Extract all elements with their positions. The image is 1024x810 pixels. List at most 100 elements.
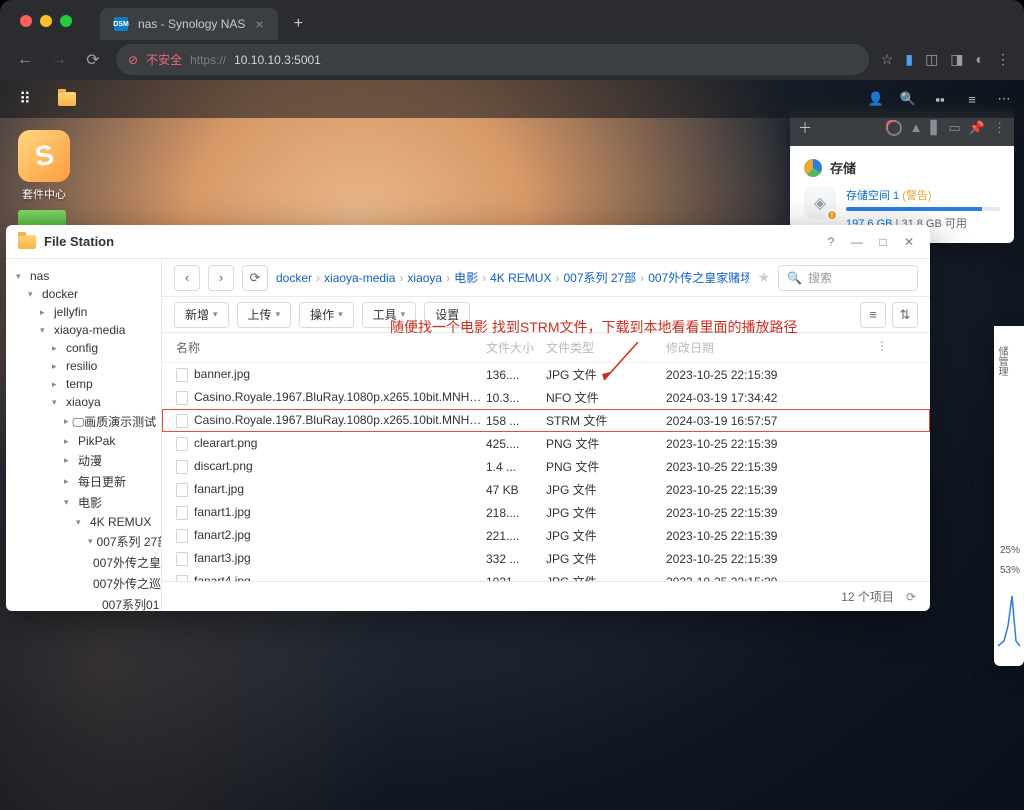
browser-tab-active[interactable]: DSM nas - Synology NAS ×	[100, 8, 278, 40]
col-menu-icon[interactable]: ⋮	[876, 339, 896, 356]
crumb-item[interactable]: 007外传之皇家赌场 1967 WEB-4K	[648, 269, 749, 286]
resource-monitor-icon[interactable]	[886, 120, 902, 136]
tree-node[interactable]: 007外传之皇	[6, 552, 161, 573]
view-list-icon[interactable]: ≡	[860, 302, 886, 328]
options-icon[interactable]: ⋯	[994, 89, 1014, 109]
breadcrumb[interactable]: docker›xiaoya-media›xiaoya›电影›4K REMUX›0…	[276, 269, 749, 286]
tree-node[interactable]: ▸temp	[6, 375, 161, 393]
col-name[interactable]: 名称	[176, 339, 486, 356]
favorite-star-icon[interactable]: ★	[757, 269, 770, 286]
new-tab-button[interactable]: +	[286, 11, 311, 37]
file-station-window: File Station ? — □ ✕ ▾nas▾docker▸jellyfi…	[6, 225, 930, 611]
fs-minimize-icon[interactable]: —	[848, 233, 866, 251]
crumb-back-button[interactable]: ‹	[174, 265, 200, 291]
file-list[interactable]: 名称 文件大小 文件类型 修改日期 ⋮ banner.jpg136....JPG…	[162, 333, 930, 581]
fs-help-icon[interactable]: ?	[822, 233, 840, 251]
file-icon	[176, 552, 188, 566]
bookmark-star-icon[interactable]: ☆	[881, 51, 894, 68]
tree-node[interactable]: ▸PikPak	[6, 432, 161, 450]
tree-node[interactable]: ▾xiaoya-media	[6, 321, 161, 339]
nav-back-icon[interactable]: ←	[14, 51, 36, 69]
col-type[interactable]: 文件类型	[546, 339, 666, 356]
tree-node[interactable]: ▸🖵画质演示测试（4K	[6, 411, 161, 432]
view-sort-icon[interactable]: ⇅	[892, 302, 918, 328]
tree-node[interactable]: ▸动漫	[6, 450, 161, 471]
users-tab-icon[interactable]: ▋	[931, 120, 941, 136]
status-refresh-icon[interactable]: ⟳	[906, 590, 916, 604]
crumb-item[interactable]: docker	[276, 271, 312, 285]
operations-button[interactable]: 操作▾	[299, 302, 354, 328]
fs-tree[interactable]: ▾nas▾docker▸jellyfin▾xiaoya-media▸config…	[6, 259, 162, 611]
minimize-window[interactable]	[40, 15, 52, 27]
widget-add-icon[interactable]: ＋	[798, 118, 812, 138]
tree-node[interactable]: ▾007系列 27部	[6, 531, 161, 552]
col-mod[interactable]: 修改日期	[666, 339, 876, 356]
maximize-window[interactable]	[60, 15, 72, 27]
address-bar[interactable]: ⊘ 不安全 https://10.10.10.3:5001	[116, 44, 869, 75]
file-icon	[176, 460, 188, 474]
crumb-item[interactable]: xiaoya	[407, 271, 442, 285]
file-row[interactable]: clearart.png425....PNG 文件2023-10-25 22:1…	[162, 432, 930, 455]
profile-icon[interactable]: ◐	[976, 51, 984, 68]
widget-menu-icon[interactable]: ⋮	[993, 120, 1006, 136]
new-button[interactable]: 新增▾	[174, 302, 229, 328]
file-row[interactable]: fanart.jpg47 KBJPG 文件2023-10-25 22:15:39	[162, 478, 930, 501]
crumb-forward-button[interactable]: ›	[208, 265, 234, 291]
nav-reload-icon[interactable]: ⟳	[82, 50, 104, 70]
package-center-icon[interactable]: S 套件中心	[18, 130, 70, 202]
sidepanel-icon[interactable]: ◨	[950, 51, 963, 68]
menu-dots-icon[interactable]: ⋮	[996, 51, 1010, 68]
tree-node[interactable]: ▾4K REMUX	[6, 513, 161, 531]
file-list-header[interactable]: 名称 文件大小 文件类型 修改日期 ⋮	[162, 333, 930, 363]
tree-node[interactable]: ▾电影	[6, 492, 161, 513]
close-window[interactable]	[20, 15, 32, 27]
nav-forward-icon[interactable]: →	[48, 51, 70, 69]
file-row[interactable]: fanart3.jpg332 ...JPG 文件2023-10-25 22:15…	[162, 547, 930, 570]
search-input[interactable]: 🔍搜索	[778, 265, 918, 291]
settings-button[interactable]: 设置	[424, 302, 470, 328]
tree-node[interactable]: ▾docker	[6, 285, 161, 303]
tab-close-icon[interactable]: ×	[255, 16, 263, 32]
volume-name-link[interactable]: 存储空间 1	[846, 190, 899, 202]
file-row[interactable]: banner.jpg136....JPG 文件2023-10-25 22:15:…	[162, 363, 930, 386]
file-row[interactable]: Casino.Royale.1967.BluRay.1080p.x265.10b…	[162, 386, 930, 409]
fs-close-icon[interactable]: ✕	[900, 233, 918, 251]
file-row[interactable]: discart.png1.4 ...PNG 文件2023-10-25 22:15…	[162, 455, 930, 478]
tree-node[interactable]: ▸每日更新	[6, 471, 161, 492]
package-center-image: S	[18, 130, 70, 182]
fs-titlebar[interactable]: File Station ? — □ ✕	[6, 225, 930, 259]
tree-node[interactable]: ▸jellyfin	[6, 303, 161, 321]
crumb-refresh-button[interactable]: ⟳	[242, 265, 268, 291]
file-row[interactable]: Casino.Royale.1967.BluRay.1080p.x265.10b…	[162, 409, 930, 432]
notification-icon[interactable]: ≡	[962, 89, 982, 109]
crumb-item[interactable]: xiaoya-media	[324, 271, 395, 285]
search-icon[interactable]: 🔍	[898, 89, 918, 109]
tree-node[interactable]: ▾xiaoya	[6, 393, 161, 411]
side-pct1: 25%	[1000, 545, 1020, 556]
upload-button[interactable]: 上传▾	[237, 302, 292, 328]
tree-node[interactable]: ▾nas	[6, 267, 161, 285]
crumb-item[interactable]: 电影	[454, 269, 478, 286]
pin-icon[interactable]: 📌	[969, 120, 985, 136]
main-menu-icon[interactable]: ⠿	[10, 84, 40, 114]
tree-node[interactable]: ▸config	[6, 339, 161, 357]
col-size[interactable]: 文件大小	[486, 339, 546, 356]
extension-icon-1[interactable]: ▮	[905, 51, 913, 68]
tools-button[interactable]: 工具▾	[362, 302, 417, 328]
user-icon[interactable]: 👤	[866, 89, 886, 109]
file-row[interactable]: fanart1.jpg218....JPG 文件2023-10-25 22:15…	[162, 501, 930, 524]
crumb-item[interactable]: 007系列 27部	[563, 269, 636, 286]
fs-toolbar: 新增▾ 上传▾ 操作▾ 工具▾ 设置 ≡ ⇅	[162, 297, 930, 333]
file-station-launcher-icon[interactable]	[52, 84, 82, 114]
tree-node[interactable]: 007系列01	[6, 594, 161, 611]
log-tab-icon[interactable]: ▭	[949, 120, 961, 136]
crumb-item[interactable]: 4K REMUX	[490, 271, 551, 285]
widgets-icon[interactable]: ▪▪	[930, 89, 950, 109]
extensions-icon[interactable]: ◫	[925, 51, 938, 68]
file-row[interactable]: fanart2.jpg221....JPG 文件2023-10-25 22:15…	[162, 524, 930, 547]
file-row[interactable]: fanart4.jpg1021...JPG 文件2023-10-25 22:15…	[162, 570, 930, 581]
fs-maximize-icon[interactable]: □	[874, 233, 892, 251]
storage-tab-icon[interactable]: ▲	[910, 120, 923, 136]
tree-node[interactable]: 007外传之巡	[6, 573, 161, 594]
tree-node[interactable]: ▸resilio	[6, 357, 161, 375]
